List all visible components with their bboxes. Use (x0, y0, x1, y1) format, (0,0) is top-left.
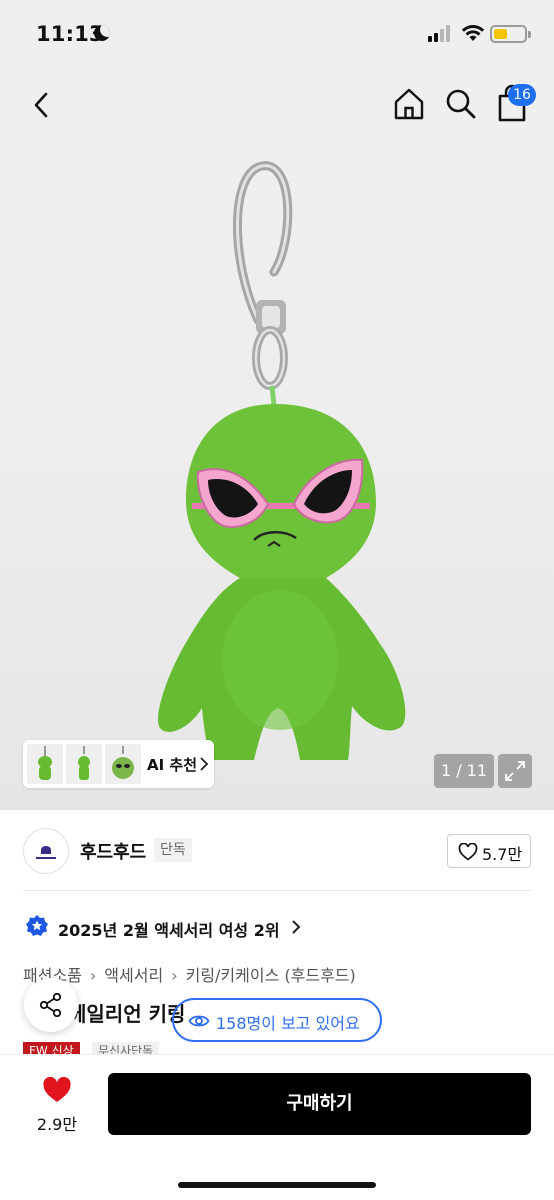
moon-icon (94, 25, 110, 41)
brand-name[interactable]: 후드후드 (80, 838, 146, 864)
ranking-badge-icon (26, 915, 48, 936)
bottom-action-bar: 2.9만 구매하기 (0, 1054, 554, 1200)
product-gallery[interactable]: AI 추천 1 / 11 (0, 64, 554, 810)
battery-icon (490, 25, 527, 43)
wifi-icon (461, 25, 485, 41)
wishlist-button[interactable]: 2.9만 (26, 1073, 88, 1139)
home-icon[interactable] (392, 86, 426, 122)
buy-button[interactable]: 구매하기 (108, 1073, 531, 1135)
heart-outline-icon (458, 843, 478, 861)
chevron-right-icon (292, 920, 301, 934)
wishlist-count: 2.9만 (36, 1115, 78, 1134)
home-indicator (178, 1182, 376, 1188)
chevron-right-icon: › (171, 966, 178, 985)
breadcrumb-item[interactable]: 액세서리 (104, 966, 163, 985)
ai-recommend-label: AI 추천 (147, 756, 198, 774)
thumbnail-3[interactable] (105, 744, 141, 784)
share-icon (39, 992, 62, 1018)
expand-icon[interactable] (498, 754, 532, 788)
status-bar: 11:13 (0, 0, 554, 64)
breadcrumb: 패션소품 › 액세서리 › 키링/키케이스 (후드후드) (23, 962, 356, 986)
thumbnail-2[interactable] (66, 744, 102, 784)
ranking-text: 2025년 2월 액세서리 여성 2위 (58, 921, 280, 940)
search-icon[interactable] (444, 86, 478, 122)
heart-filled-icon (43, 1077, 71, 1102)
back-icon[interactable] (28, 88, 56, 122)
viewing-now-text: 158명이 보고 있어요 (216, 1014, 360, 1033)
chevron-right-icon (200, 757, 209, 771)
product-title: 에일리언 키링 (68, 1002, 186, 1026)
ranking-link[interactable]: 2025년 2월 액세서리 여성 2위 (23, 910, 323, 942)
brand-like-button[interactable]: 5.7만 (447, 834, 531, 868)
brand-exclusive-tag: 단독 (154, 838, 192, 862)
product-image (158, 161, 406, 760)
ai-recommend-strip[interactable]: AI 추천 (23, 740, 214, 788)
divider (23, 890, 531, 891)
cart-count-badge: 16 (508, 84, 536, 106)
eye-icon (188, 1015, 210, 1027)
image-counter: 1 / 11 (434, 754, 494, 788)
thumbnail-1[interactable] (27, 744, 63, 784)
breadcrumb-item[interactable]: 키링/키케이스 (후드후드) (186, 966, 356, 985)
chevron-right-icon: › (89, 966, 97, 985)
signal-icon (428, 25, 454, 42)
brand-like-count: 5.7만 (482, 845, 523, 864)
viewing-now-pill: 158명이 보고 있어요 (172, 998, 382, 1042)
brand-logo[interactable] (23, 828, 69, 874)
share-button[interactable] (24, 978, 78, 1032)
